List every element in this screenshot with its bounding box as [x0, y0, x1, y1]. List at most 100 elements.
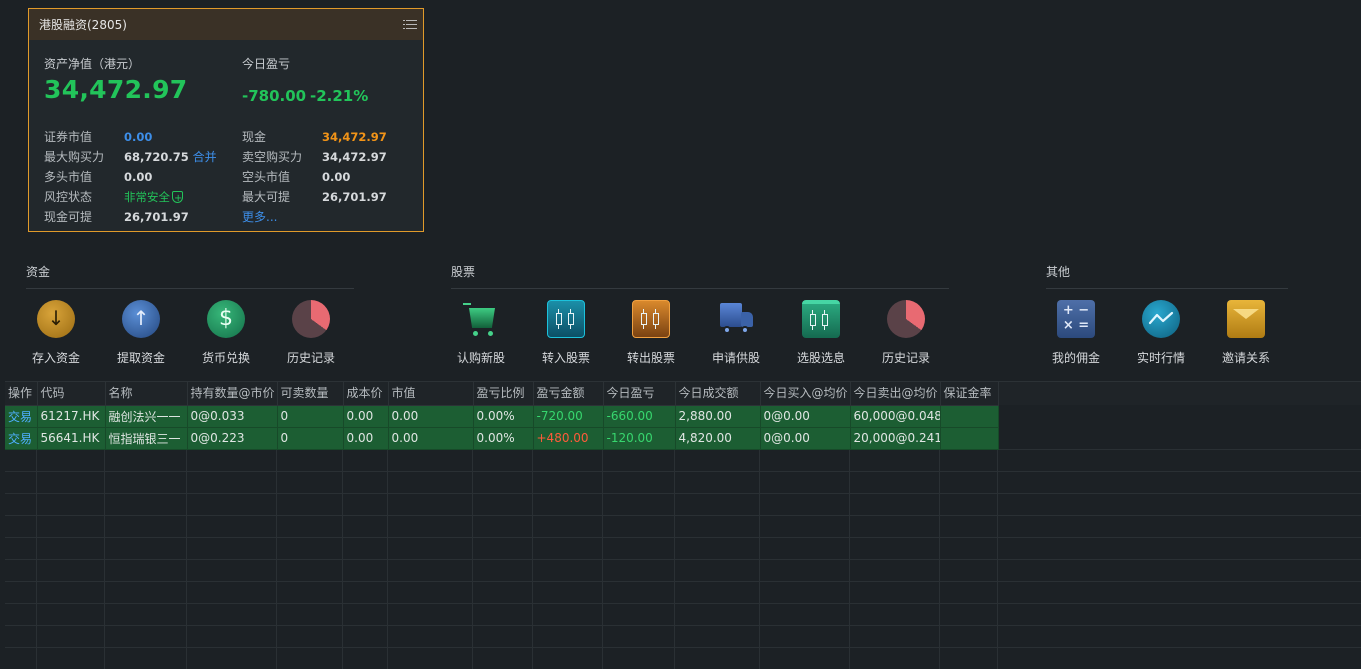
transfer-out-icon	[632, 300, 670, 338]
account-panel: 港股融资(2805) 资产净值（港元） 34,472.97 今日盈亏 -780.…	[28, 8, 424, 232]
metric-label: 最大购买力	[44, 150, 105, 164]
metric-cash-withdrawable: 现金可提 26,701.97	[44, 207, 189, 227]
stock-dividend-election-button[interactable]: 选股选息	[781, 300, 861, 366]
transfer-out-stock-button[interactable]: 转出股票	[611, 300, 691, 366]
table-cell: 0.00	[388, 405, 474, 428]
col-header[interactable]: 保证金率	[940, 381, 999, 406]
col-header[interactable]: 今日成交额	[675, 381, 761, 406]
table-cell: 56641.HK	[37, 427, 106, 450]
table-cell: 4,820.00	[675, 427, 761, 450]
currency-exchange-button[interactable]: $ 货币兑换	[186, 300, 266, 366]
table-header-row: 操作 代码 名称 持有数量@市价 可卖数量 成本价 市值 盈亏比例 盈亏金额 今…	[5, 381, 999, 406]
account-title: 港股融资(2805)	[39, 18, 127, 32]
col-header[interactable]: 今日卖出@均价	[850, 381, 941, 406]
more-link[interactable]: 更多...	[242, 210, 277, 224]
net-asset-label: 资产净值（港元）	[44, 57, 141, 71]
today-pl-value: -780.00	[242, 87, 307, 105]
metric-securities-value: 证券市值 0.00	[44, 127, 152, 147]
table-cell: 20,000@0.241	[850, 427, 941, 450]
metric-value: 26,701.97	[124, 210, 189, 224]
transfer-in-stock-button[interactable]: 转入股票	[526, 300, 606, 366]
stock-pick-icon	[802, 300, 840, 338]
table-cell: 0.00%	[473, 405, 534, 428]
list-menu-icon[interactable]	[403, 18, 417, 32]
col-header[interactable]: 持有数量@市价	[187, 381, 278, 406]
table-cell: 0	[277, 405, 344, 428]
my-commission-button[interactable]: + − × = 我的佣金	[1036, 300, 1116, 366]
positions-grid: 操作 代码 名称 持有数量@市价 可卖数量 成本价 市值 盈亏比例 盈亏金额 今…	[5, 381, 999, 450]
table-cell: 60,000@0.048	[850, 405, 941, 428]
metric-label: 证券市值	[44, 130, 93, 144]
table-cell: -120.00	[603, 427, 676, 450]
trade-link[interactable]: 交易	[5, 427, 38, 450]
table-cell	[940, 427, 999, 450]
merge-link[interactable]: 合并	[193, 150, 217, 164]
col-header[interactable]: 可卖数量	[277, 381, 344, 406]
rights-issue-label: 申请供股	[711, 351, 760, 365]
metric-max-withdrawable: 最大可提 26,701.97	[242, 187, 387, 207]
col-header[interactable]: 成本价	[343, 381, 389, 406]
table-row[interactable]: 交易 56641.HK 恒指瑞银三一 0@0.223 0 0.00 0.00 0…	[5, 427, 999, 450]
invite-relation-button[interactable]: 邀请关系	[1206, 300, 1286, 366]
deposit-funds-button[interactable]: ↓ 存入资金	[16, 300, 96, 366]
metric-value: 26,701.97	[322, 190, 387, 204]
stocks-section-divider	[451, 288, 949, 289]
col-header[interactable]: 名称	[105, 381, 188, 406]
metric-value: 34,472.97	[322, 130, 387, 144]
account-panel-header: 港股融资(2805)	[29, 9, 423, 40]
metric-long-value: 多头市值 0.00	[44, 167, 152, 187]
today-pl-label: 今日盈亏	[242, 57, 291, 71]
trade-link[interactable]: 交易	[5, 405, 38, 428]
funds-section-divider	[26, 288, 354, 289]
table-row[interactable]: 交易 61217.HK 融创法兴一一 0@0.033 0 0.00 0.00 0…	[5, 405, 999, 428]
table-cell: 0.00	[343, 427, 389, 450]
col-header[interactable]: 代码	[37, 381, 106, 406]
table-cell: 2,880.00	[675, 405, 761, 428]
metric-value: 0.00	[322, 170, 351, 184]
stocks-history-button[interactable]: 历史记录	[866, 300, 946, 366]
stocks-section-title: 股票	[451, 265, 476, 279]
table-cell: -720.00	[533, 405, 604, 428]
col-header[interactable]: 操作	[5, 381, 38, 406]
table-cell: 融创法兴一一	[105, 405, 188, 428]
table-cell: -660.00	[603, 405, 676, 428]
currency-exchange-label: 货币兑换	[201, 351, 250, 365]
risk-status-value: 非常安全	[124, 190, 170, 204]
transfer-in-icon	[547, 300, 585, 338]
table-cell: 0@0.00	[760, 427, 851, 450]
withdraw-funds-button[interactable]: ↑ 提取资金	[101, 300, 181, 366]
calculator-icon: + − × =	[1057, 300, 1095, 338]
metric-label: 最大可提	[242, 190, 291, 204]
col-header[interactable]: 市值	[388, 381, 474, 406]
funds-history-button[interactable]: 历史记录	[271, 300, 351, 366]
col-header[interactable]: 今日买入@均价	[760, 381, 851, 406]
more-link-row: 更多...	[242, 207, 277, 227]
mail-icon	[1227, 300, 1265, 338]
metric-label: 现金可提	[44, 210, 93, 224]
rights-issue-button[interactable]: 申请供股	[696, 300, 776, 366]
truck-icon	[717, 300, 755, 338]
funds-section-title: 资金	[26, 265, 51, 279]
col-header[interactable]: 盈亏金额	[533, 381, 604, 406]
cart-icon	[462, 300, 500, 338]
invite-relation-label: 邀请关系	[1221, 351, 1270, 365]
subscribe-ipo-label: 认购新股	[456, 351, 505, 365]
metric-label: 现金	[242, 130, 267, 144]
shield-icon	[172, 189, 183, 209]
realtime-quotes-button[interactable]: 实时行情	[1121, 300, 1201, 366]
my-commission-label: 我的佣金	[1051, 351, 1100, 365]
col-header[interactable]: 今日盈亏	[603, 381, 676, 406]
table-cell: 0@0.223	[187, 427, 278, 450]
history-icon	[887, 300, 925, 338]
col-header[interactable]: 盈亏比例	[473, 381, 534, 406]
table-cell: 0.00	[343, 405, 389, 428]
subscribe-ipo-button[interactable]: 认购新股	[441, 300, 521, 366]
table-cell: 0	[277, 427, 344, 450]
metric-label: 多头市值	[44, 170, 93, 184]
deposit-icon: ↓	[37, 300, 75, 338]
table-cell: 0.00	[388, 427, 474, 450]
history-icon	[292, 300, 330, 338]
deposit-funds-label: 存入资金	[31, 351, 80, 365]
metric-value: 0.00	[124, 170, 153, 184]
metric-short-buying-power: 卖空购买力 34,472.97	[242, 147, 387, 167]
